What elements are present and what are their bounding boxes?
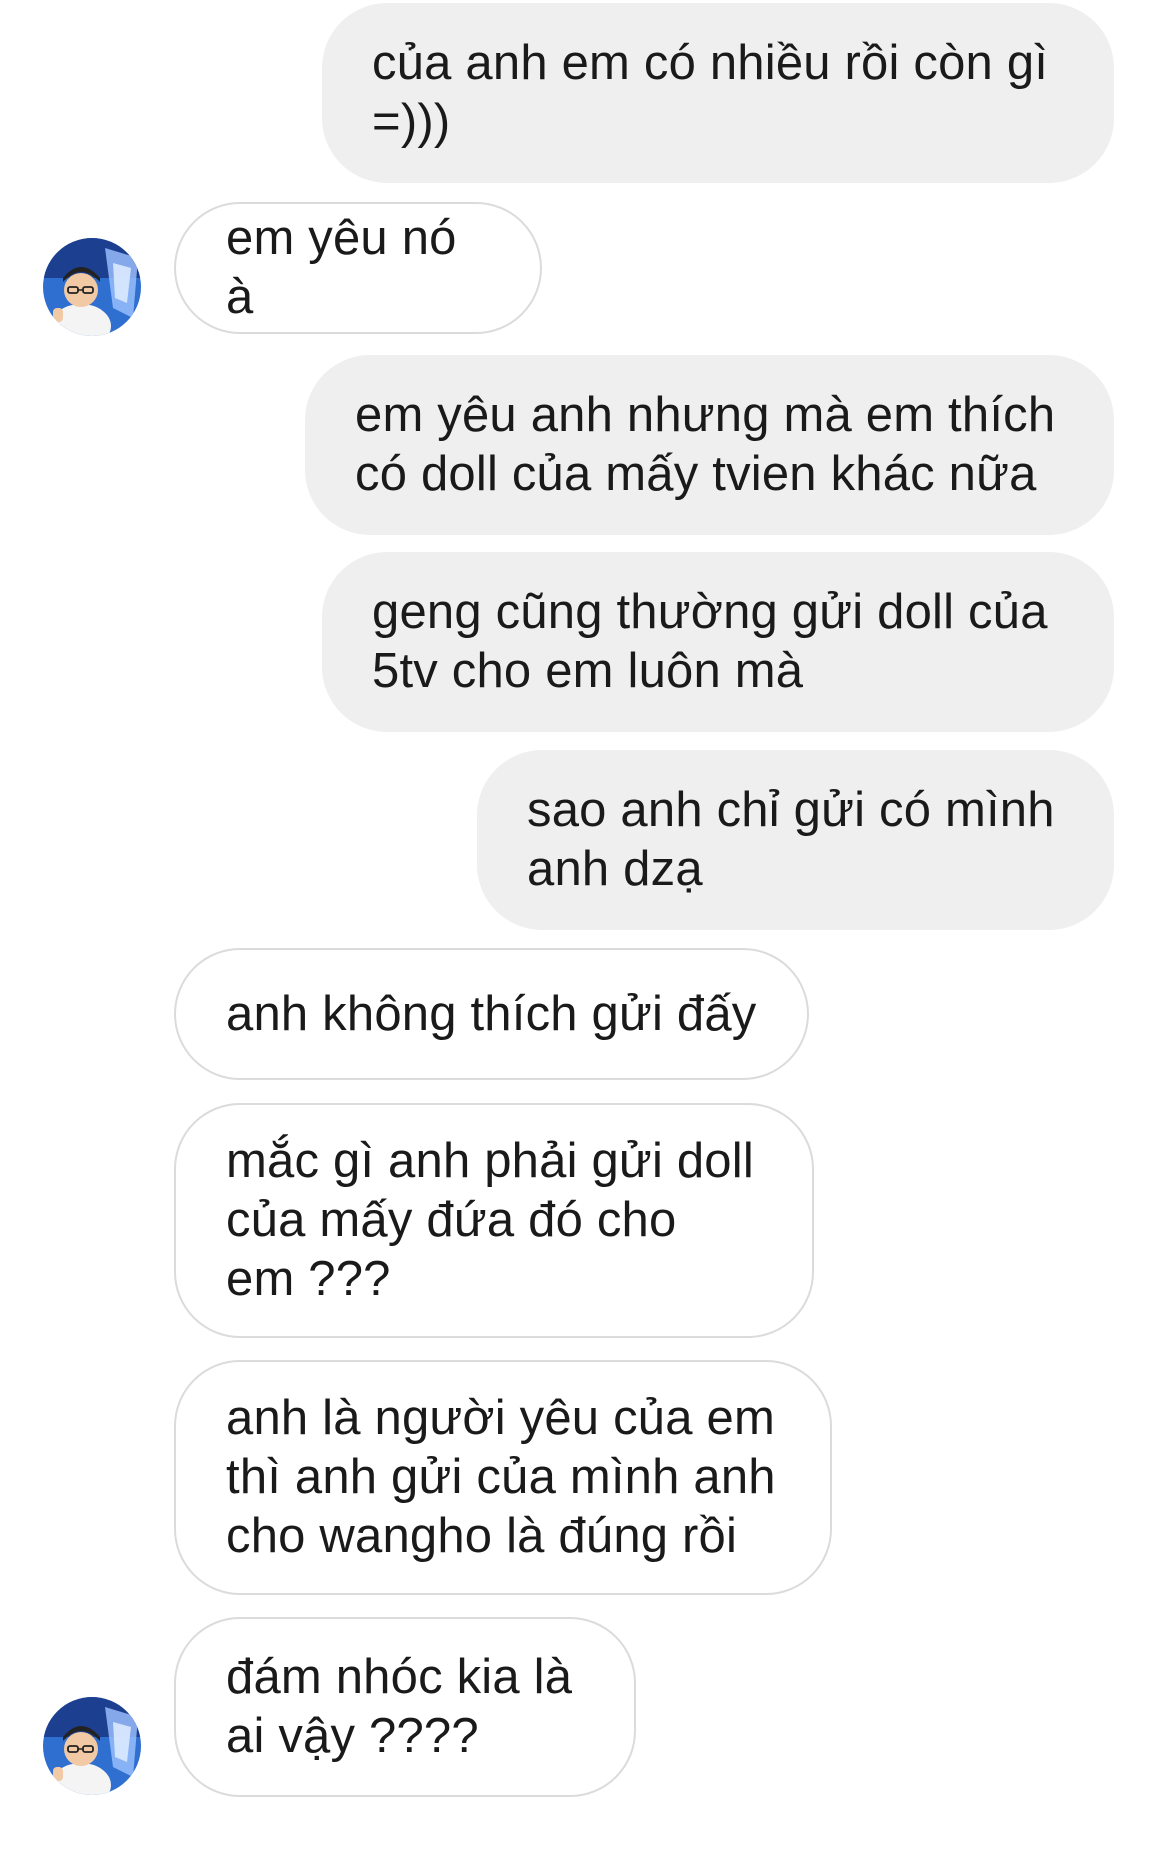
message-text: em yêu anh nhưng mà em thích có doll của… — [355, 388, 1056, 501]
outgoing-message-bubble[interactable]: geng cũng thường gửi doll của 5tv cho em… — [322, 552, 1114, 732]
outgoing-message-bubble[interactable]: của anh em có nhiều rồi còn gì =))) — [322, 3, 1114, 183]
message-text: đám nhóc kia là ai vậy ???? — [226, 1650, 573, 1763]
contact-avatar-icon[interactable] — [43, 238, 141, 336]
message-text: của anh em có nhiều rồi còn gì =))) — [372, 36, 1049, 149]
avatar-image — [43, 1697, 141, 1795]
avatar-image — [43, 238, 141, 336]
message-text: sao anh chỉ gửi có mình anh dzạ — [527, 783, 1055, 896]
contact-avatar-icon[interactable] — [43, 1697, 141, 1795]
incoming-message-bubble[interactable]: em yêu nó à — [174, 202, 542, 334]
message-text: anh không thích gửi đấy — [226, 986, 757, 1041]
outgoing-message-bubble[interactable]: sao anh chỉ gửi có mình anh dzạ — [477, 750, 1114, 930]
incoming-message-bubble[interactable]: anh là người yêu của em thì anh gửi của … — [174, 1360, 832, 1595]
incoming-message-bubble[interactable]: đám nhóc kia là ai vậy ???? — [174, 1617, 636, 1797]
incoming-message-bubble[interactable]: mắc gì anh phải gửi doll của mấy đứa đó … — [174, 1103, 814, 1338]
message-text: mắc gì anh phải gửi doll của mấy đứa đó … — [226, 1134, 754, 1306]
outgoing-message-bubble[interactable]: em yêu anh nhưng mà em thích có doll của… — [305, 355, 1114, 535]
message-text: anh là người yêu của em thì anh gửi của … — [226, 1391, 776, 1563]
chat-thread: của anh em có nhiều rồi còn gì =))) em y… — [0, 0, 1170, 1852]
message-text: geng cũng thường gửi doll của 5tv cho em… — [372, 585, 1048, 698]
message-text: em yêu nó à — [226, 211, 457, 324]
incoming-message-bubble[interactable]: anh không thích gửi đấy — [174, 948, 809, 1080]
